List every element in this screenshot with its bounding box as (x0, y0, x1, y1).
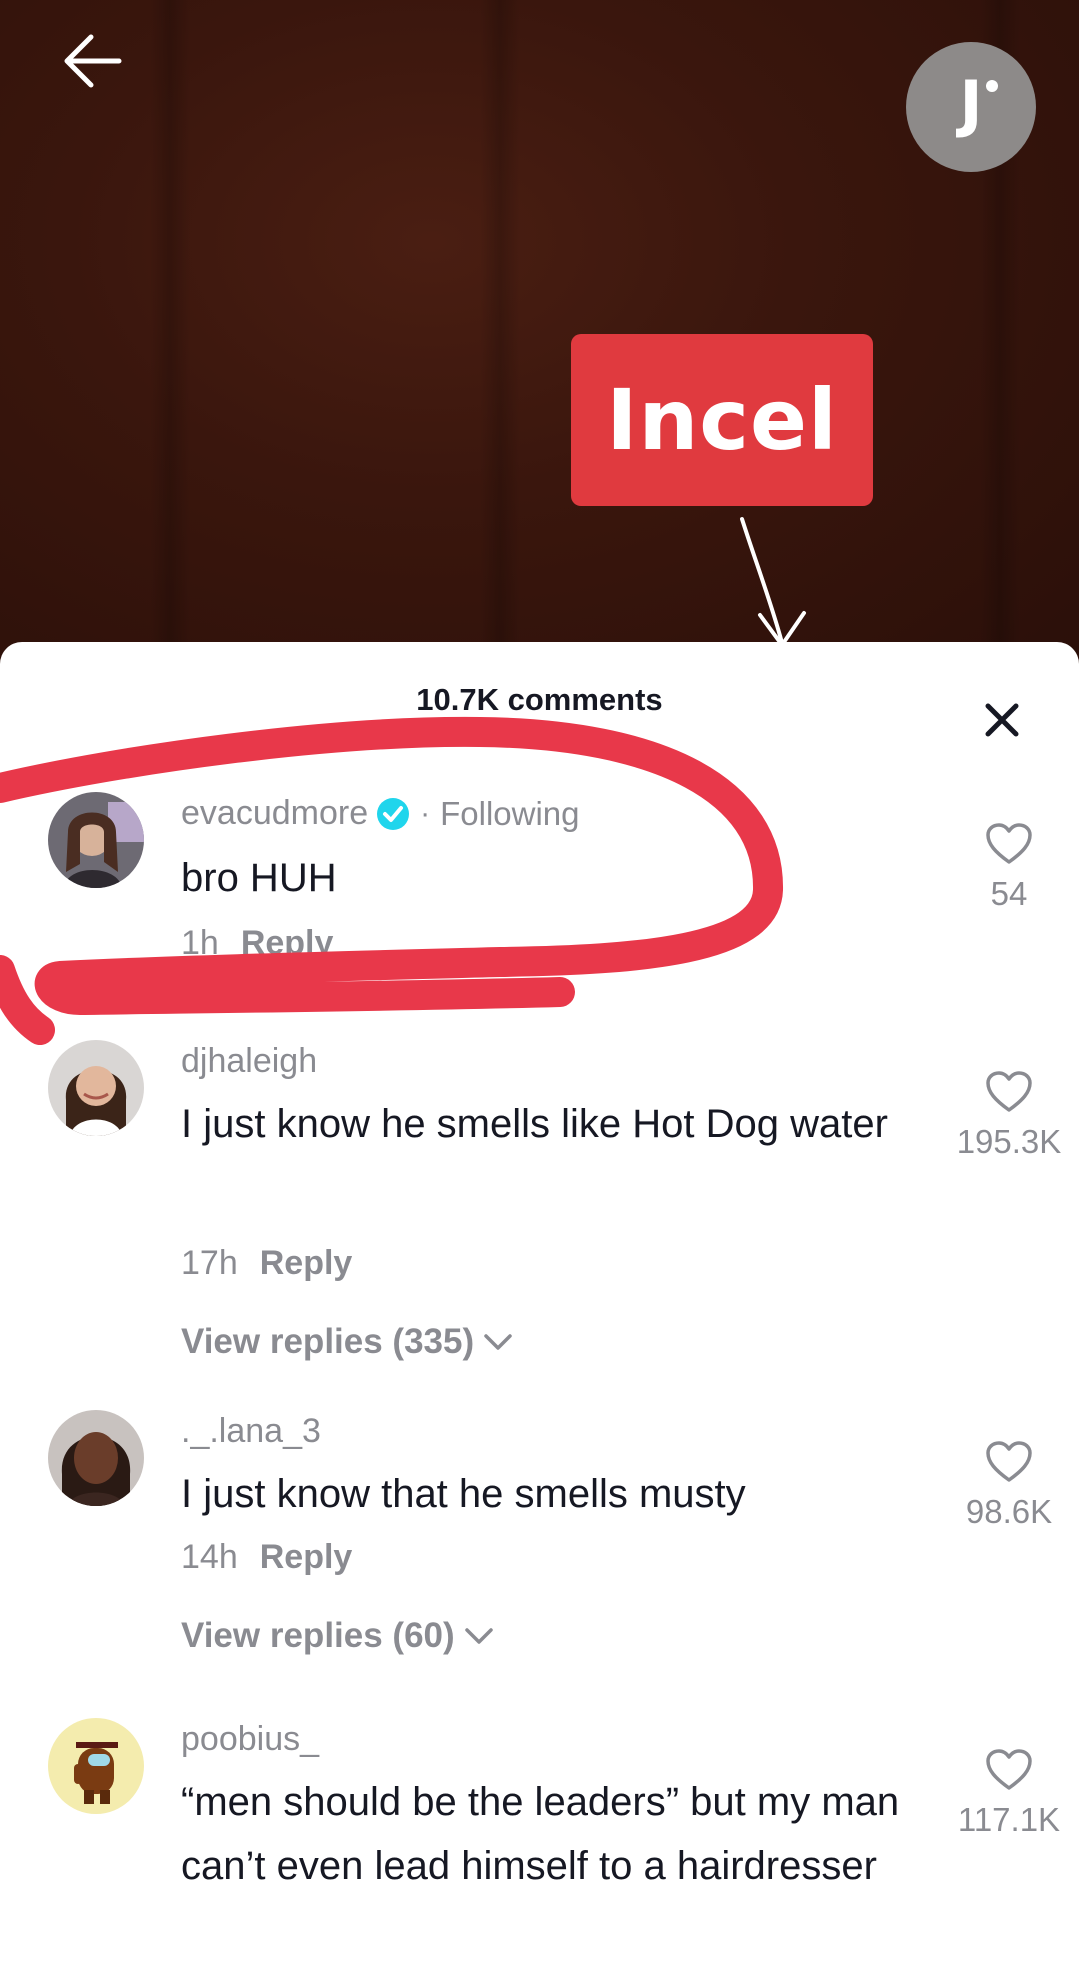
comment-meta: 1h Reply (181, 924, 333, 963)
comment-username[interactable]: poobius_ (181, 1720, 319, 1759)
comment-item: poobius_ “men should be the leaders” but… (0, 1718, 1079, 1972)
view-replies-button[interactable]: View replies (335) (181, 1322, 514, 1362)
like-button[interactable]: 54 (934, 822, 1079, 913)
comments-count-title: 10.7K comments (416, 682, 663, 717)
like-button[interactable]: 98.6K (934, 1440, 1079, 1531)
arrow-left-icon (64, 34, 122, 88)
creator-badge[interactable]: J (906, 42, 1036, 172)
curtain-fold (150, 0, 190, 690)
like-count: 54 (990, 875, 1028, 912)
chevron-down-icon (464, 1628, 493, 1644)
close-icon (985, 703, 1019, 737)
comments-sheet: 10.7K comments evacudmore · Following br… (0, 642, 1079, 1972)
heart-icon (986, 823, 1032, 864)
comment-time: 17h (181, 1244, 238, 1282)
comment-username[interactable]: ._.lana_3 (181, 1412, 321, 1451)
comment-username-row: evacudmore · Following (181, 794, 580, 833)
avatar-image (48, 792, 144, 888)
heart-icon (986, 1749, 1032, 1790)
chevron-down-icon (484, 1334, 512, 1350)
view-replies-button[interactable]: View replies (60) (181, 1616, 495, 1656)
like-count: 195.3K (956, 1123, 1062, 1160)
like-count: 98.6K (965, 1493, 1053, 1530)
heart-icon (986, 1071, 1032, 1112)
creator-badge-letter: J (959, 67, 983, 140)
arrow-doodle-icon (740, 517, 806, 647)
sticker-text: Incel (606, 371, 838, 469)
comment-item: evacudmore · Following bro HUH 1h Reply 5… (0, 792, 1079, 982)
like-button[interactable]: 195.3K (934, 1070, 1079, 1161)
comment-username-row: djhaleigh (181, 1042, 317, 1081)
comment-time: 14h (181, 1538, 238, 1576)
comment-meta: 17h Reply (181, 1244, 352, 1283)
view-replies-label: View replies (335) (181, 1322, 475, 1361)
like-button[interactable]: 117.1K (934, 1748, 1079, 1839)
reply-button[interactable]: Reply (260, 1538, 353, 1576)
comment-username-row: poobius_ (181, 1720, 319, 1759)
comment-username[interactable]: djhaleigh (181, 1042, 317, 1081)
avatar[interactable] (48, 792, 144, 888)
comment-meta: 14h Reply (181, 1538, 352, 1577)
creator-badge-dot (986, 80, 998, 92)
like-count: 117.1K (957, 1801, 1061, 1838)
close-button[interactable] (972, 690, 1032, 750)
verified-badge-icon (377, 797, 410, 830)
separator-dot: · (420, 796, 431, 830)
comment-item: ._.lana_3 I just know that he smells mus… (0, 1410, 1079, 1690)
view-replies-label: View replies (60) (181, 1616, 455, 1655)
comment-time: 1h (181, 924, 219, 962)
avatar-image (48, 1410, 144, 1506)
avatar-image (48, 1040, 144, 1136)
avatar-image (48, 1718, 144, 1814)
comment-text: I just know he smells like Hot Dog water (181, 1102, 888, 1146)
comment-username[interactable]: evacudmore (181, 794, 368, 833)
avatar[interactable] (48, 1718, 144, 1814)
comment-username-row: ._.lana_3 (181, 1412, 321, 1451)
curtain-fold (480, 0, 520, 690)
avatar[interactable] (48, 1040, 144, 1136)
reply-button[interactable]: Reply (260, 1244, 353, 1282)
heart-icon (986, 1441, 1032, 1482)
comment-item: djhaleigh I just know he smells like Hot… (0, 1040, 1079, 1361)
following-label: Following (440, 794, 580, 832)
comment-text: bro HUH (181, 856, 337, 900)
text-sticker: Incel (571, 334, 873, 506)
back-button[interactable] (58, 26, 128, 96)
reply-button[interactable]: Reply (241, 924, 334, 962)
video-background: J Incel (0, 0, 1079, 690)
avatar[interactable] (48, 1410, 144, 1506)
comment-text: “men should be the leaders” but my man c… (181, 1780, 900, 1888)
comment-text: I just know that he smells musty (181, 1472, 746, 1516)
